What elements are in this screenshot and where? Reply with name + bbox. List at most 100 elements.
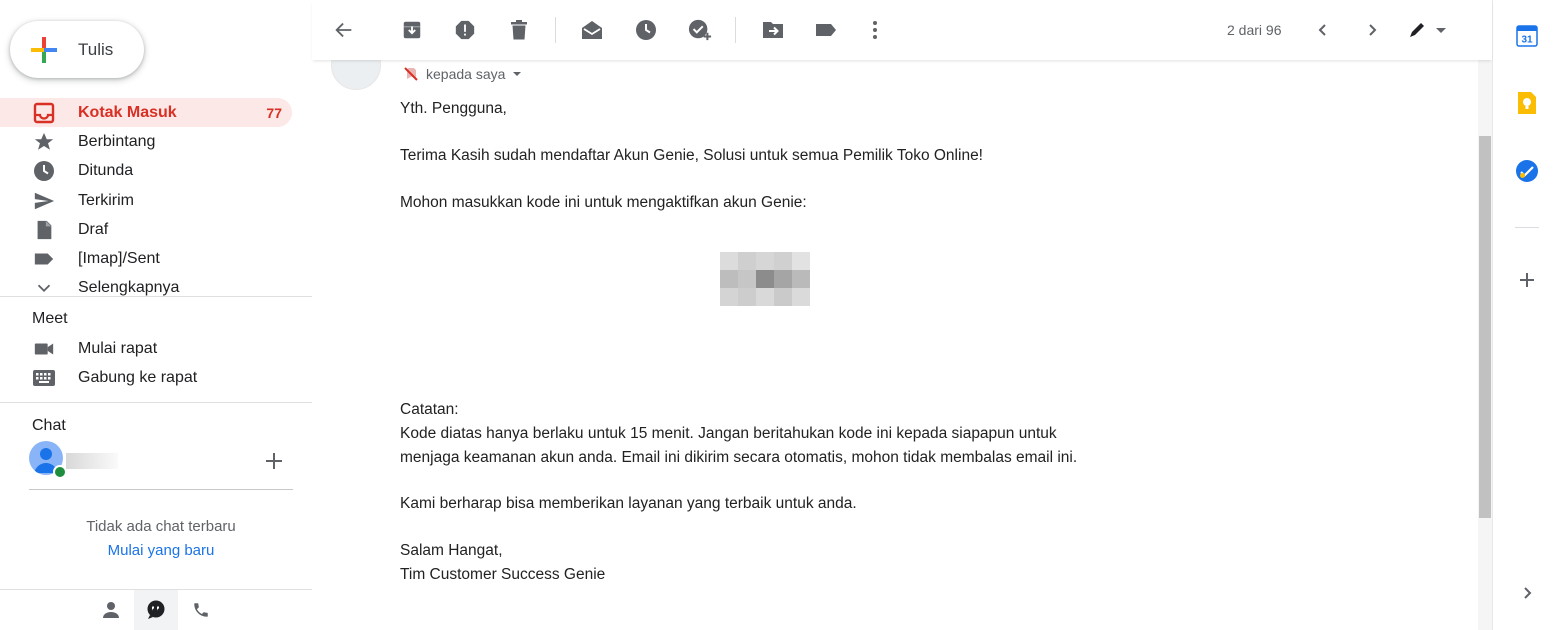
- meet-item-label: Gabung ke rapat: [78, 368, 198, 386]
- side-panel: 31: [1492, 0, 1560, 630]
- sidebar-item-label: Kotak Masuk: [78, 103, 177, 121]
- email-greeting: Yth. Pengguna,: [400, 100, 507, 117]
- blurred-contact-name: [66, 453, 118, 469]
- chat-title: Chat: [32, 417, 66, 434]
- inbox-icon: [32, 101, 56, 125]
- sidebar-item-inbox[interactable]: Kotak Masuk 77: [0, 98, 292, 128]
- email-signature: Tim Customer Success Genie: [400, 566, 606, 583]
- blurred-activation-code: [720, 252, 810, 306]
- compose-label: Tulis: [78, 40, 114, 59]
- calendar-icon: 31: [1516, 25, 1538, 47]
- archive-button[interactable]: [400, 18, 424, 42]
- more-vert-icon: [873, 21, 877, 39]
- delete-icon: [511, 20, 527, 40]
- chevron-down-icon: [32, 276, 56, 296]
- sidebar-bottom-bar: [0, 589, 312, 630]
- chevron-down-icon: [513, 72, 522, 76]
- report-spam-button[interactable]: [453, 18, 477, 42]
- delete-button[interactable]: [507, 18, 531, 42]
- add-chat-icon[interactable]: [262, 449, 286, 473]
- more-button[interactable]: [863, 18, 887, 42]
- mark-unread-button[interactable]: [580, 18, 604, 42]
- sidebar-item-label: Draf: [78, 220, 109, 238]
- tasks-addon-button[interactable]: [1515, 159, 1539, 183]
- recipient-row[interactable]: kepada saya: [402, 65, 524, 83]
- video-icon: [32, 337, 56, 361]
- get-addons-button[interactable]: [1515, 268, 1539, 292]
- prev-icon: [1318, 24, 1326, 36]
- chat-separator: [29, 489, 293, 490]
- sidebar-item-label: Ditunda: [78, 162, 134, 180]
- email-paragraph: menjaga keamanan akun anda. Email ini di…: [400, 449, 1078, 466]
- panel-separator: [1515, 227, 1539, 228]
- start-new-chat-link[interactable]: Mulai yang baru: [0, 542, 322, 559]
- meet-start-item[interactable]: Mulai rapat: [0, 334, 312, 363]
- sidebar-item-snoozed[interactable]: Ditunda: [0, 157, 292, 186]
- call-tab[interactable]: [179, 590, 223, 630]
- input-tools-icon: [1410, 23, 1446, 37]
- clock-icon: [32, 159, 56, 183]
- contacts-tab[interactable]: [89, 590, 133, 630]
- sidebar-item-starred[interactable]: Berbintang: [0, 127, 292, 156]
- calendar-day-text: 31: [1521, 35, 1533, 46]
- sidebar-item-label: Terkirim: [78, 191, 134, 209]
- label-icon: [32, 247, 56, 271]
- draft-icon: [32, 218, 56, 242]
- report-spam-icon: [455, 20, 475, 40]
- sidebar-item-imap-sent[interactable]: [Imap]/Sent: [0, 244, 292, 273]
- add-to-tasks-button[interactable]: [688, 18, 712, 42]
- star-icon: [32, 130, 56, 154]
- label-icon: [816, 24, 836, 36]
- sidebar-item-label: Selengkapnya: [78, 279, 180, 296]
- send-icon: [32, 189, 56, 213]
- move-to-button[interactable]: [761, 18, 785, 42]
- meet-item-label: Mulai rapat: [78, 339, 158, 357]
- archive-icon: [403, 21, 421, 39]
- sidebar-item-drafts[interactable]: Draf: [0, 215, 292, 244]
- no-chat-text: Tidak ada chat terbaru: [86, 518, 236, 535]
- keep-icon: [1518, 92, 1536, 114]
- input-tools-button[interactable]: [1407, 18, 1447, 42]
- chat-bubble-icon: [147, 600, 165, 619]
- keep-addon-button[interactable]: [1515, 91, 1539, 115]
- unread-count: 77: [266, 104, 282, 121]
- divider: [0, 296, 312, 297]
- online-status-dot: [53, 465, 67, 479]
- email-content: kepada saya Yth. Pengguna, Terima Kasih …: [312, 0, 1478, 630]
- pagination-text: 2 dari 96: [1227, 22, 1282, 38]
- newer-button[interactable]: [1311, 18, 1335, 42]
- sidebar-item-label: [Imap]/Sent: [78, 250, 160, 268]
- email-paragraph: Kode diatas hanya berlaku untuk 15 menit…: [400, 425, 1057, 442]
- older-button[interactable]: [1360, 18, 1384, 42]
- toolbar-separator: [555, 17, 556, 43]
- toolbar-separator: [735, 17, 736, 43]
- snooze-button[interactable]: [634, 18, 658, 42]
- expand-panel-button[interactable]: [1515, 581, 1539, 605]
- email-paragraph: Terima Kasih sudah mendaftar Akun Genie,…: [400, 147, 983, 164]
- note-title: Catatan:: [400, 401, 459, 418]
- sidebar-item-more[interactable]: Selengkapnya: [0, 274, 292, 296]
- move-to-icon: [763, 22, 783, 38]
- plus-multicolor-icon: [31, 37, 57, 63]
- phone-icon: [194, 603, 208, 617]
- mark-unread-icon: [582, 21, 602, 39]
- scrollbar-thumb[interactable]: [1479, 136, 1491, 518]
- email-paragraph: Mohon masukkan kode ini untuk mengaktifk…: [400, 194, 807, 211]
- back-button[interactable]: [332, 18, 356, 42]
- next-icon: [1369, 24, 1377, 36]
- calendar-addon-button[interactable]: 31: [1515, 24, 1539, 48]
- important-muted-icon: [404, 67, 418, 81]
- labels-button[interactable]: [814, 18, 838, 42]
- meet-join-item[interactable]: Gabung ke rapat: [0, 363, 312, 392]
- sidebar-item-sent[interactable]: Terkirim: [0, 186, 292, 215]
- chat-tab[interactable]: [134, 590, 178, 630]
- add-addon-icon: [1520, 273, 1534, 287]
- keyboard-icon: [32, 366, 56, 390]
- add-task-icon: [688, 19, 712, 41]
- meet-title: Meet: [32, 310, 68, 327]
- back-arrow-icon: [335, 22, 352, 38]
- left-sidebar: Tulis Kotak Masuk 77 Berbintang Ditunda: [0, 0, 312, 630]
- snooze-icon: [636, 20, 656, 40]
- compose-button[interactable]: Tulis: [10, 21, 144, 78]
- divider: [0, 402, 312, 403]
